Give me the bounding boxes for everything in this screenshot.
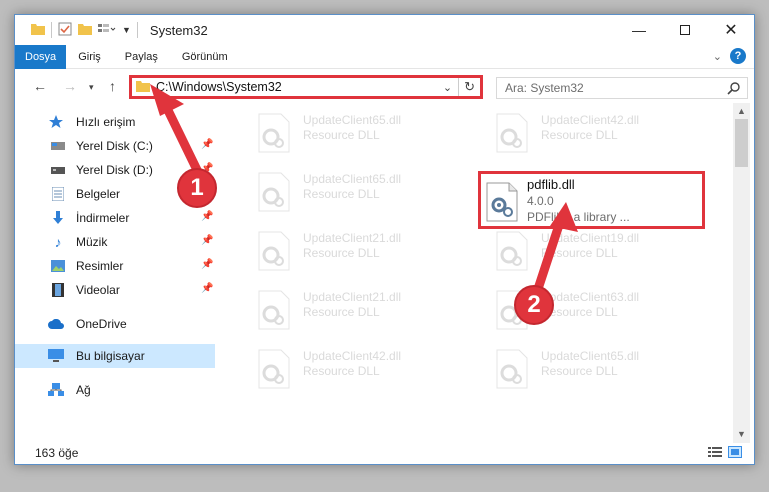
arrow-2: [532, 202, 578, 297]
step-1-badge: 1: [177, 168, 217, 208]
annotation-overlay: [150, 84, 578, 297]
arrow-1: [150, 84, 203, 177]
step-2-badge: 2: [514, 285, 554, 325]
